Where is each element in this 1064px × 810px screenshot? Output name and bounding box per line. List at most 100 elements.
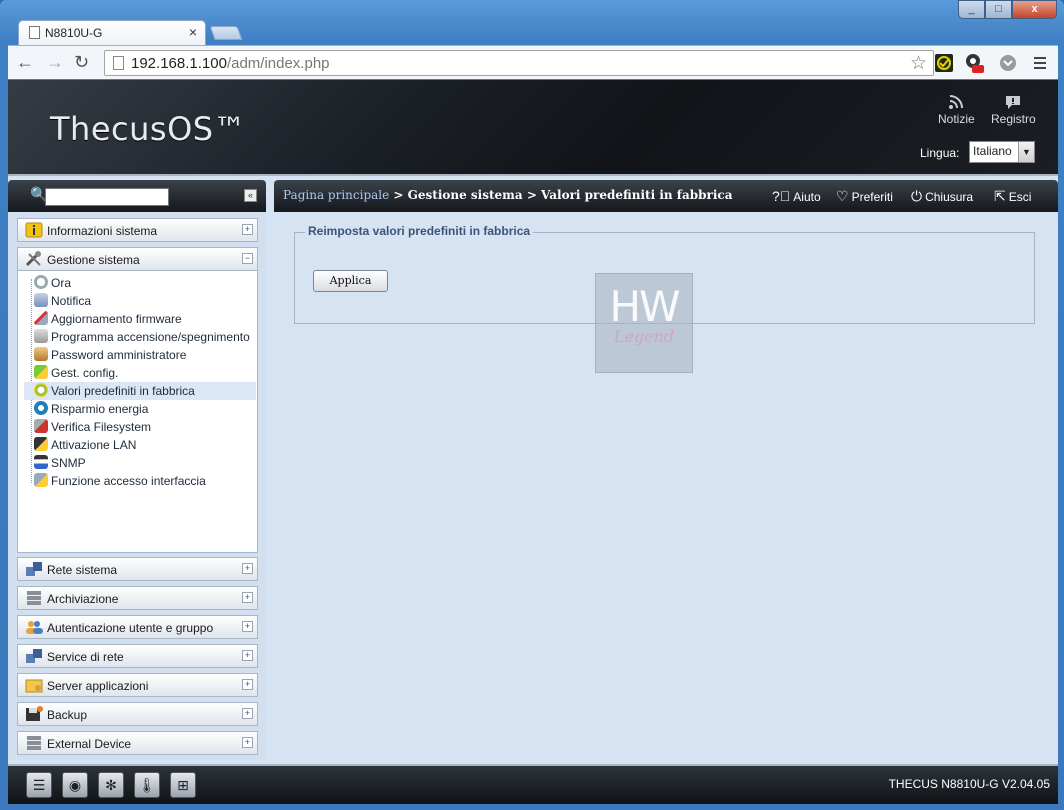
network-status-icon[interactable]: ⊞ [170,772,196,798]
sidebar-item-ora[interactable]: Ora [24,274,256,292]
group-label: Archiviazione [47,592,119,606]
browser-window: N8810U-G × _ □ x ← → ↻ 192.168.1.100/adm… [0,0,1064,810]
language-select[interactable]: Italiano ▼ [969,141,1035,163]
sidebar-item-firmware[interactable]: Aggiornamento firmware [24,310,256,328]
sidebar-item-wol[interactable]: Attivazione LAN [24,436,256,454]
expand-icon[interactable]: + [242,708,253,719]
group-service-di-rete[interactable]: Service di rete + [17,644,258,668]
sidebar-item-label: Gest. config. [51,366,119,380]
log-link[interactable]: Registro [991,94,1036,126]
close-tab-icon[interactable]: × [189,24,197,40]
bookmark-star-icon[interactable]: ☆ [910,52,927,75]
sidebar-item-config[interactable]: Gest. config. [24,364,256,382]
forward-button[interactable]: → [46,52,64,73]
firmware-icon [34,311,48,325]
favorites-link[interactable]: ♡ Preferiti [836,188,893,205]
schedule-icon [34,329,48,343]
minimize-button[interactable]: _ [958,0,985,19]
app-header: ThecusOS™ Notizie Registro Lingua: Itali… [8,80,1058,176]
sidebar-item-snmp[interactable]: SNMP [24,454,256,472]
expand-icon[interactable]: + [242,224,253,235]
sidebar-item-ui-access[interactable]: Funzione accesso interfaccia [24,472,256,490]
new-tab-button[interactable] [209,26,243,40]
url-path: /adm/index.php [226,55,330,72]
back-button[interactable]: ← [16,52,34,73]
sidebar-item-label: Risparmio energia [51,402,149,416]
gestione-sistema-items: Ora Notifica Aggiornamento firmware Prog… [17,271,258,553]
expand-icon[interactable]: + [242,737,253,748]
sidebar-item-password[interactable]: Password amministratore [24,346,256,364]
logout-link[interactable]: ⇱ Esci [994,188,1031,205]
raid-status-icon[interactable]: ☰ [26,772,52,798]
group-gestione-sistema[interactable]: Gestione sistema − [17,247,258,271]
sidebar-item-label: Notifica [51,294,92,308]
group-rete-sistema[interactable]: Rete sistema + [17,557,258,581]
close-window-button[interactable]: x [1012,0,1057,19]
logout-label: Esci [1008,190,1032,204]
help-link[interactable]: ?⃝ Aiuto [772,188,821,204]
watermark-logo: HW Legend [595,273,693,373]
group-label: Autenticazione utente e gruppo [47,621,214,635]
group-informazioni-sistema[interactable]: Informazioni sistema + [17,218,258,242]
sidebar: 🔍 « Informazioni sistema + Gestione sist… [8,180,266,760]
sidebar-item-label: SNMP [51,456,86,470]
apply-button[interactable]: Applica [313,270,388,292]
expand-icon[interactable]: + [242,679,253,690]
power-icon: ⏻ [911,188,923,204]
browser-tab[interactable]: N8810U-G × [18,20,206,45]
sidebar-item-label: Aggiornamento firmware [51,312,182,326]
group-autenticazione[interactable]: Autenticazione utente e gruppo + [17,615,258,639]
news-link[interactable]: Notizie [938,94,975,126]
sidebar-item-notifica[interactable]: Notifica [24,292,256,310]
menu-icon[interactable] [1030,53,1050,73]
language-value: Italiano [973,144,1012,158]
speech-bubble-icon [1006,96,1021,109]
network-icon [26,562,42,576]
maximize-button[interactable]: □ [985,0,1012,19]
group-server-applicazioni[interactable]: Server applicazioni + [17,673,258,697]
config-icon [34,365,48,379]
exit-icon: ⇱ [994,188,1006,204]
sidebar-item-label: Password amministratore [51,348,187,362]
expand-icon[interactable]: + [242,563,253,574]
group-label: Service di rete [47,650,124,664]
group-label: Informazioni sistema [47,224,158,238]
fan-status-icon[interactable]: ✻ [98,772,124,798]
expand-icon[interactable]: + [242,650,253,661]
app-server-icon [25,679,43,693]
sidebar-item-filesystem[interactable]: Verifica Filesystem [24,418,256,436]
breadcrumb-path: > Gestione sistema > Valori predefiniti … [389,188,733,202]
news-label: Notizie [938,112,975,126]
temperature-icon[interactable]: 🌡 [134,772,160,798]
breadcrumb-home-link[interactable]: Pagina principale [283,188,389,202]
expand-icon[interactable]: + [242,621,253,632]
sidebar-item-factory-default[interactable]: Valori predefiniti in fabbrica [24,382,256,400]
collapse-icon[interactable]: − [242,253,253,264]
disk-status-icon[interactable]: ◉ [62,772,88,798]
group-external-device[interactable]: External Device + [17,731,258,755]
sidebar-item-label: Funzione accesso interfaccia [51,474,206,488]
sidebar-item-risparmio[interactable]: Risparmio energia [24,400,256,418]
power-saving-icon [34,401,48,415]
heart-icon: ♡ [836,188,849,204]
url-host: 192.168.1.100 [131,55,227,72]
reload-button[interactable]: ↻ [74,52,89,73]
address-bar[interactable]: 192.168.1.100/adm/index.php ☆ [104,50,934,76]
expand-icon[interactable]: + [242,592,253,603]
extension-pocket-icon[interactable] [998,53,1018,73]
collapse-sidebar-button[interactable]: « [244,189,257,202]
extension-check-icon[interactable] [934,53,954,73]
extension-off-icon[interactable] [964,53,984,73]
group-archiviazione[interactable]: Archiviazione + [17,586,258,610]
breadcrumb: Pagina principale > Gestione sistema > V… [283,188,732,202]
external-device-icon [27,736,41,750]
group-backup[interactable]: Backup + [17,702,258,726]
browser-toolbar: ← → ↻ 192.168.1.100/adm/index.php ☆ [8,45,1058,79]
search-input[interactable] [45,188,169,206]
notification-icon [34,293,48,307]
admin-user-icon [34,347,48,361]
sidebar-item-programma[interactable]: Programma accensione/spegnimento [24,328,256,346]
backup-icon [26,706,43,721]
shutdown-link[interactable]: ⏻ Chiusura [911,188,973,205]
tab-strip: N8810U-G × [0,0,1064,45]
